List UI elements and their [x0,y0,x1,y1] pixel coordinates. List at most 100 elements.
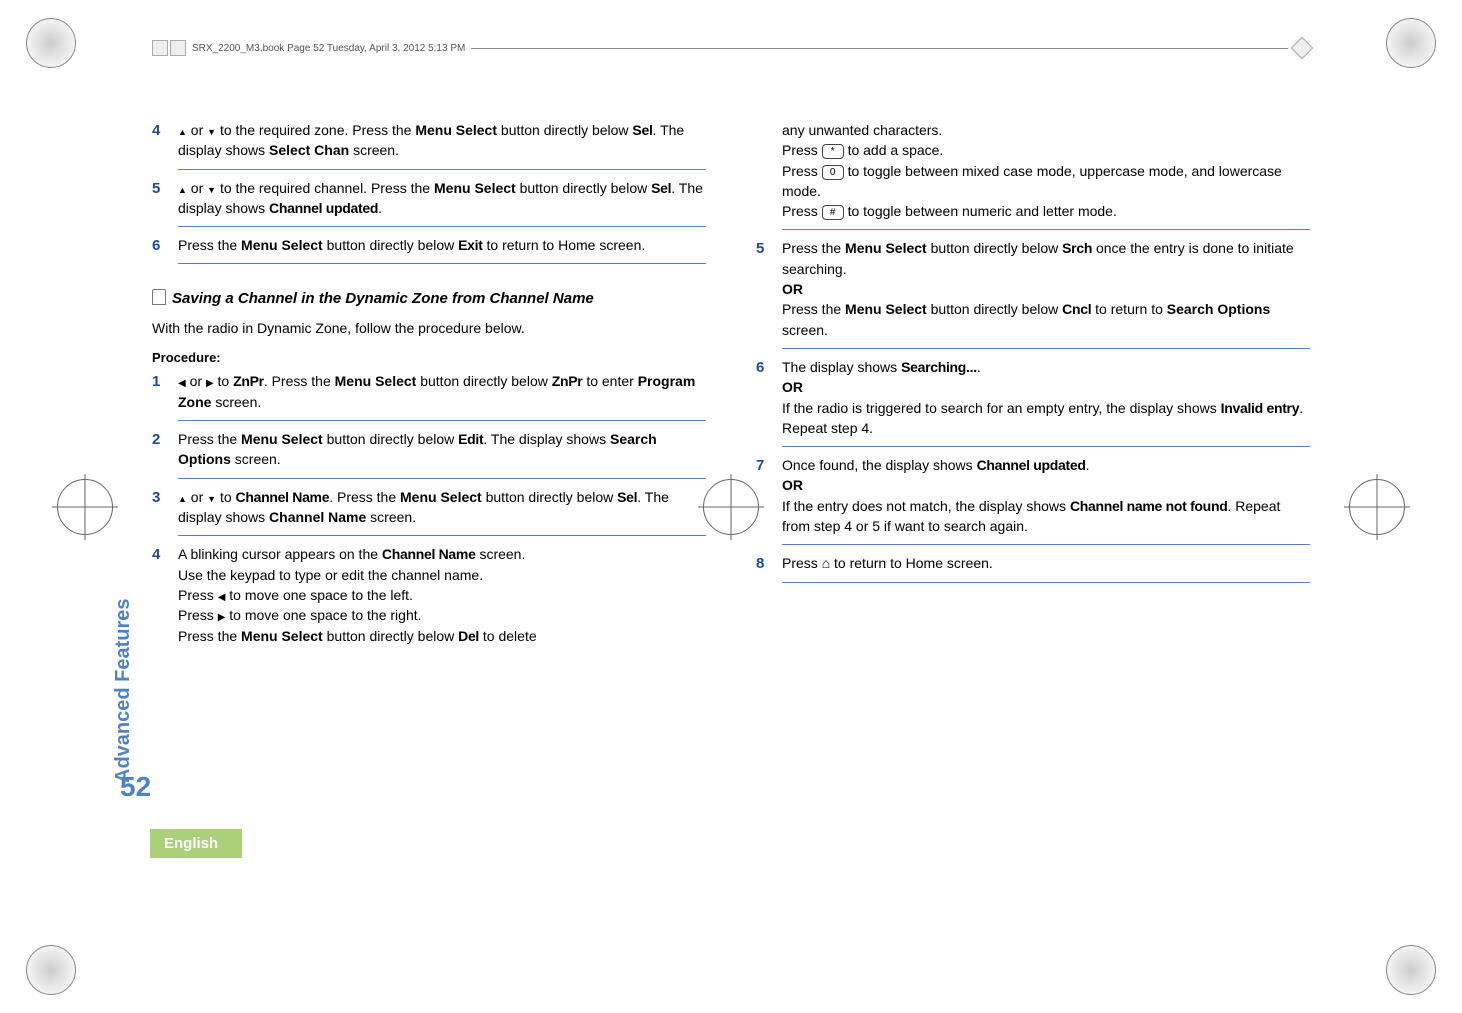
text: screen. [476,546,526,562]
text: any unwanted characters. [782,122,942,138]
text: to enter [582,373,637,389]
text: button directly below [323,237,458,253]
proc-step-4: 4 A blinking cursor appears on the Chann… [152,544,706,654]
text: to move one space to the right. [225,607,421,623]
text: Press the [178,431,241,447]
menu-select-label: Menu Select [434,180,516,196]
book-header-text: SRX_2200_M3.book Page 52 Tuesday, April … [192,43,465,54]
channel-updated-label: Channel updated [269,200,378,216]
text: Press [782,555,822,571]
step-body: or to ZnPr. Press the Menu Select button… [178,371,706,421]
step-body: Once found, the display shows Channel up… [782,455,1310,545]
not-found-label: Channel name not found [1070,498,1228,514]
step-number: 6 [756,357,770,447]
right-arrow-icon [206,373,214,389]
text: . Press the [329,489,400,505]
text: Press the [782,301,845,317]
content-area: 4 or to the required zone. Press the Men… [152,120,1310,893]
step-number: 6 [152,235,166,264]
proc-step-8: 8 Press to return to Home screen. [756,553,1310,582]
procedure-label: Procedure: [152,349,706,368]
step-body: Press the Menu Select button directly be… [178,429,706,479]
text: Press [178,587,218,603]
step-body: or to Channel Name. Press the Menu Selec… [178,487,706,537]
step-number: 2 [152,429,166,479]
text: screen. [231,451,281,467]
text: to toggle between mixed case mode, upper… [782,163,1282,199]
step-number: 3 [152,487,166,537]
text: to return to Home screen. [830,555,993,571]
or-label: OR [782,379,803,395]
text: to [216,489,235,505]
step-4: 4 or to the required zone. Press the Men… [152,120,706,170]
menu-select-label: Menu Select [241,431,323,447]
step-body: Press the Menu Select button directly be… [782,238,1310,348]
book-header-rule [471,48,1288,49]
text: A blinking cursor appears on the [178,546,382,562]
text: screen. [782,322,828,338]
page-wrap: SRX_2200_M3.book Page 52 Tuesday, April … [0,0,1462,1013]
znpr-label: ZnPr [233,373,264,389]
crop-mark-tl [26,18,76,68]
text: screen. [366,509,416,525]
text: to add a space. [844,142,944,158]
srch-label: Srch [1062,240,1092,256]
text: Press [782,203,822,219]
text: screen. [349,142,399,158]
text: Press [782,142,822,158]
text: Press [782,163,822,179]
menu-select-label: Menu Select [400,489,482,505]
text: or [187,180,207,196]
exit-label: Exit [458,237,482,253]
step-body: A blinking cursor appears on the Channel… [178,544,706,654]
hash-key-icon: # [822,205,844,220]
channel-updated-label: Channel updated [977,457,1086,473]
text: Press the [782,240,845,256]
text: button directly below [323,431,458,447]
subheading: Saving a Channel in the Dynamic Zone fro… [152,288,706,310]
text: . Press the [264,373,335,389]
proc-step-6: 6 The display shows Searching.... OR If … [756,357,1310,447]
menu-select-label: Menu Select [241,237,323,253]
step-5: 5 or to the required channel. Press the … [152,178,706,228]
step-6: 6 Press the Menu Select button directly … [152,235,706,264]
text: button directly below [927,240,1062,256]
step-body: or to the required channel. Press the Me… [178,178,706,228]
text: to move one space to the left. [225,587,413,603]
search-options-label: Search Options [1167,301,1270,317]
step-number: 1 [152,371,166,421]
edit-label: Edit [458,431,483,447]
sel-label: Sel [617,489,637,505]
menu-select-label: Menu Select [335,373,417,389]
channel-name-label: Channel Name [382,546,476,562]
text: to [214,373,233,389]
step-body: The display shows Searching.... OR If th… [782,357,1310,447]
text: button directly below [497,122,632,138]
crop-mark-br [1386,945,1436,995]
invalid-entry-label: Invalid entry [1221,400,1300,416]
menu-select-label: Menu Select [241,628,323,644]
or-label: OR [782,281,803,297]
cncl-label: Cncl [1062,301,1091,317]
step-number: 5 [756,238,770,348]
book-icon [170,40,186,56]
text: to delete [479,628,537,644]
text: or [187,122,207,138]
sel-label: Sel [632,122,652,138]
text: Use the keypad to type or edit the chann… [178,567,483,583]
star-key-icon: * [822,144,844,159]
proc-step-2: 2 Press the Menu Select button directly … [152,429,706,479]
proc-step-5: 5 Press the Menu Select button directly … [756,238,1310,348]
book-icon [152,40,168,56]
step-body: Press to return to Home screen. [782,553,1310,582]
step-body: Press the Menu Select button directly be… [178,235,706,264]
down-arrow-icon [207,489,216,505]
text: to return to [1091,301,1166,317]
crop-mark-bl [26,945,76,995]
up-arrow-icon [178,489,187,505]
searching-label: Searching... [901,359,977,375]
align-target-left [58,480,112,534]
menu-select-label: Menu Select [845,240,927,256]
text: button directly below [482,489,617,505]
del-label: Del [458,628,479,644]
